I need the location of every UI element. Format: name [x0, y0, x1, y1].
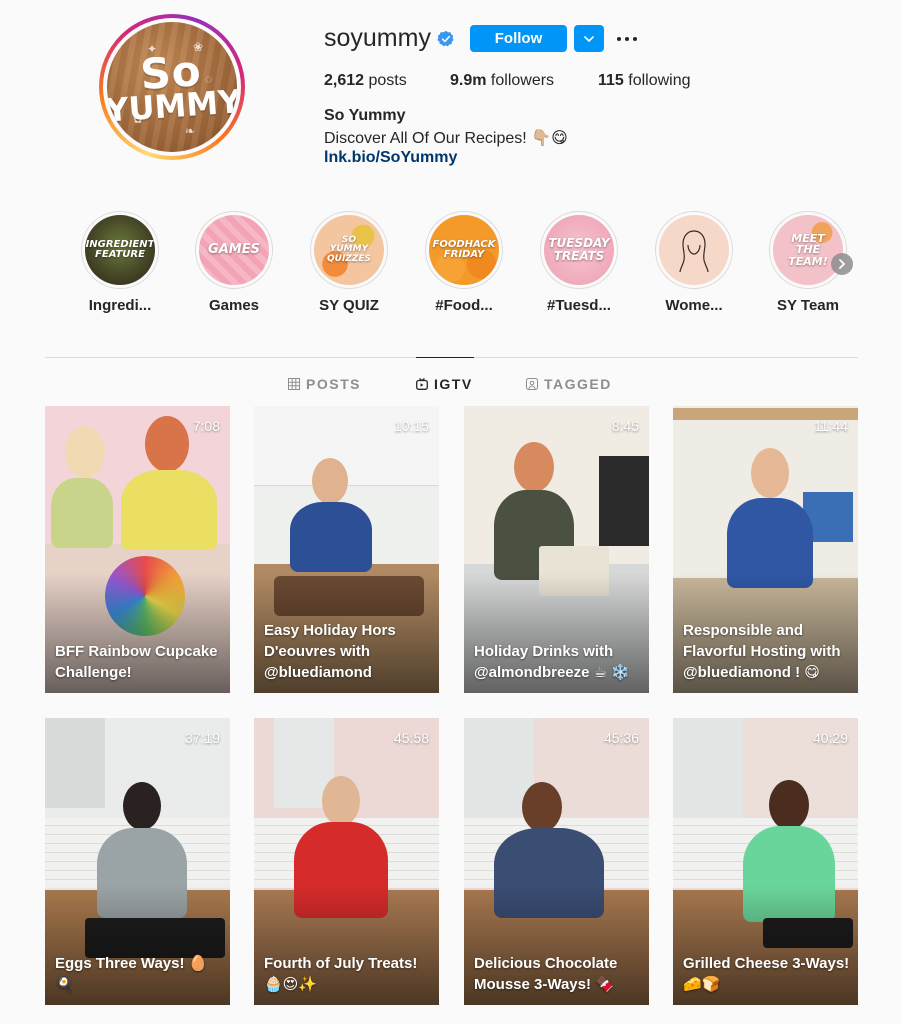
logo-line-2: YUMMY [107, 81, 237, 130]
highlights-next-button[interactable] [831, 253, 853, 275]
followers-label: followers [490, 72, 555, 89]
video-caption: Holiday Drinks with @almondbreeze ☕ ❄️ [474, 643, 630, 681]
highlight-label: #Tuesd... [547, 297, 611, 314]
highlight-cover-text: FOODHACK FRIDAY [432, 238, 496, 260]
video-caption: BFF Rainbow Cupcake Challenge! [55, 643, 218, 681]
video-duration: 11:44 [814, 418, 848, 434]
chevron-down-icon [584, 35, 594, 42]
igtv-video-tile[interactable]: 45:36 Delicious Chocolate Mousse 3-Ways!… [464, 718, 649, 1005]
avatar-logo: So YUMMY [107, 46, 237, 130]
active-tab-indicator [416, 357, 474, 358]
profile-username: soyummy [324, 24, 431, 52]
posts-label: posts [368, 72, 407, 89]
video-caption: Responsible and Flavorful Hosting with @… [683, 622, 841, 681]
video-duration: 45:36 [603, 730, 639, 746]
bio-name: So Yummy [324, 107, 406, 124]
highlight-cover-text: TUESDAY TREATS [548, 236, 610, 263]
chevron-right-icon [839, 259, 846, 269]
highlight-cover: SO YUMMY QUIZZES [314, 215, 384, 285]
following-link[interactable]: 115 following [598, 72, 691, 90]
tab-label: TAGGED [544, 376, 612, 392]
highlight-foodhack-friday[interactable]: FOODHACK FRIDAY #Food... [414, 211, 514, 314]
tagged-icon [526, 378, 538, 390]
video-caption: Delicious Chocolate Mousse 3-Ways! 🍫 [474, 955, 618, 993]
igtv-video-tile[interactable]: 8:45 Holiday Drinks with @almondbreeze ☕… [464, 406, 649, 693]
highlight-cover-text: INGREDIENT FEATURE [85, 238, 155, 260]
video-caption: Grilled Cheese 3-Ways! 🧀🍞 [683, 955, 850, 993]
video-caption: Eggs Three Ways! 🥚🍳 [55, 955, 208, 993]
igtv-video-tile[interactable]: 37:19 Eggs Three Ways! 🥚🍳 [45, 718, 230, 1005]
highlight-tuesday-treats[interactable]: TUESDAY TREATS #Tuesd... [529, 211, 629, 314]
suggested-accounts-dropdown[interactable] [574, 25, 604, 52]
bio-link[interactable]: lnk.bio/SoYummy [324, 149, 457, 167]
igtv-video-tile[interactable]: 40:29 Grilled Cheese 3-Ways! 🧀🍞 [673, 718, 858, 1005]
video-duration: 8:45 [611, 418, 639, 434]
woman-line-art-icon [679, 230, 709, 273]
posts-number: 2,612 [324, 72, 365, 89]
tab-igtv[interactable]: IGTV [416, 376, 473, 392]
highlight-cover: MEET THE TEAM! [773, 215, 843, 285]
more-options-icon [617, 37, 637, 41]
igtv-video-tile[interactable]: 10:15 Easy Holiday Hors D'eouvres with @… [254, 406, 439, 693]
video-duration: 45:58 [393, 730, 429, 746]
highlight-label: Wome... [665, 297, 723, 314]
highlight-cover [659, 215, 729, 285]
tab-label: POSTS [306, 376, 361, 392]
grid-icon [288, 378, 300, 390]
highlight-label: Games [208, 297, 260, 314]
highlight-games[interactable]: GAMES Games [184, 211, 284, 314]
more-options-button[interactable] [614, 26, 640, 52]
highlight-label: #Food... [435, 297, 493, 314]
highlight-cover: FOODHACK FRIDAY [429, 215, 499, 285]
highlight-women[interactable]: Wome... [644, 211, 744, 314]
highlight-cover: INGREDIENT FEATURE [85, 215, 155, 285]
video-duration: 10:15 [393, 418, 429, 434]
highlight-ingredient[interactable]: INGREDIENT FEATURE Ingredi... [70, 211, 170, 314]
video-duration: 37:19 [184, 730, 220, 746]
highlight-cover: TUESDAY TREATS [544, 215, 614, 285]
avatar-image: ✦ ❀ ◌ ✿ ❧ So YUMMY [107, 22, 237, 152]
bio-text: Discover All Of Our Recipes! 👇🏼😋 [324, 130, 568, 147]
tab-tagged[interactable]: TAGGED [526, 376, 612, 392]
video-duration: 7:08 [192, 418, 220, 434]
igtv-video-tile[interactable]: 7:08 BFF Rainbow Cupcake Challenge! [45, 406, 230, 693]
video-caption: Easy Holiday Hors D'eouvres with @bluedi… [264, 622, 396, 681]
followers-number: 9.9m [450, 72, 487, 89]
igtv-icon [416, 378, 428, 390]
highlight-cover-text: SO YUMMY QUIZZES [327, 234, 371, 264]
follow-button[interactable]: Follow [470, 25, 567, 52]
igtv-video-tile[interactable]: 45:58 Fourth of July Treats! 🧁😍✨ [254, 718, 439, 1005]
following-label: following [628, 72, 691, 89]
verified-badge-icon [437, 30, 454, 47]
igtv-video-tile[interactable]: 11:44 Responsible and Flavorful Hosting … [673, 406, 858, 693]
highlight-label: SY QUIZ [319, 297, 379, 314]
profile-avatar[interactable]: ✦ ❀ ◌ ✿ ❧ So YUMMY [99, 14, 245, 160]
highlight-sy-quiz[interactable]: SO YUMMY QUIZZES SY QUIZ [299, 211, 399, 314]
doodle-icon: ❧ [185, 124, 196, 138]
followers-link[interactable]: 9.9m followers [450, 72, 554, 90]
highlight-label: SY Team [777, 297, 839, 314]
tab-label: IGTV [434, 376, 473, 392]
video-caption: Fourth of July Treats! 🧁😍✨ [264, 955, 418, 993]
highlight-label: Ingredi... [88, 297, 152, 314]
posts-count: 2,612 posts [324, 72, 407, 90]
following-number: 115 [598, 72, 624, 89]
highlight-cover: GAMES [199, 215, 269, 285]
video-duration: 40:29 [812, 730, 848, 746]
highlight-cover-text: GAMES [208, 242, 260, 258]
tab-posts[interactable]: POSTS [288, 376, 361, 392]
